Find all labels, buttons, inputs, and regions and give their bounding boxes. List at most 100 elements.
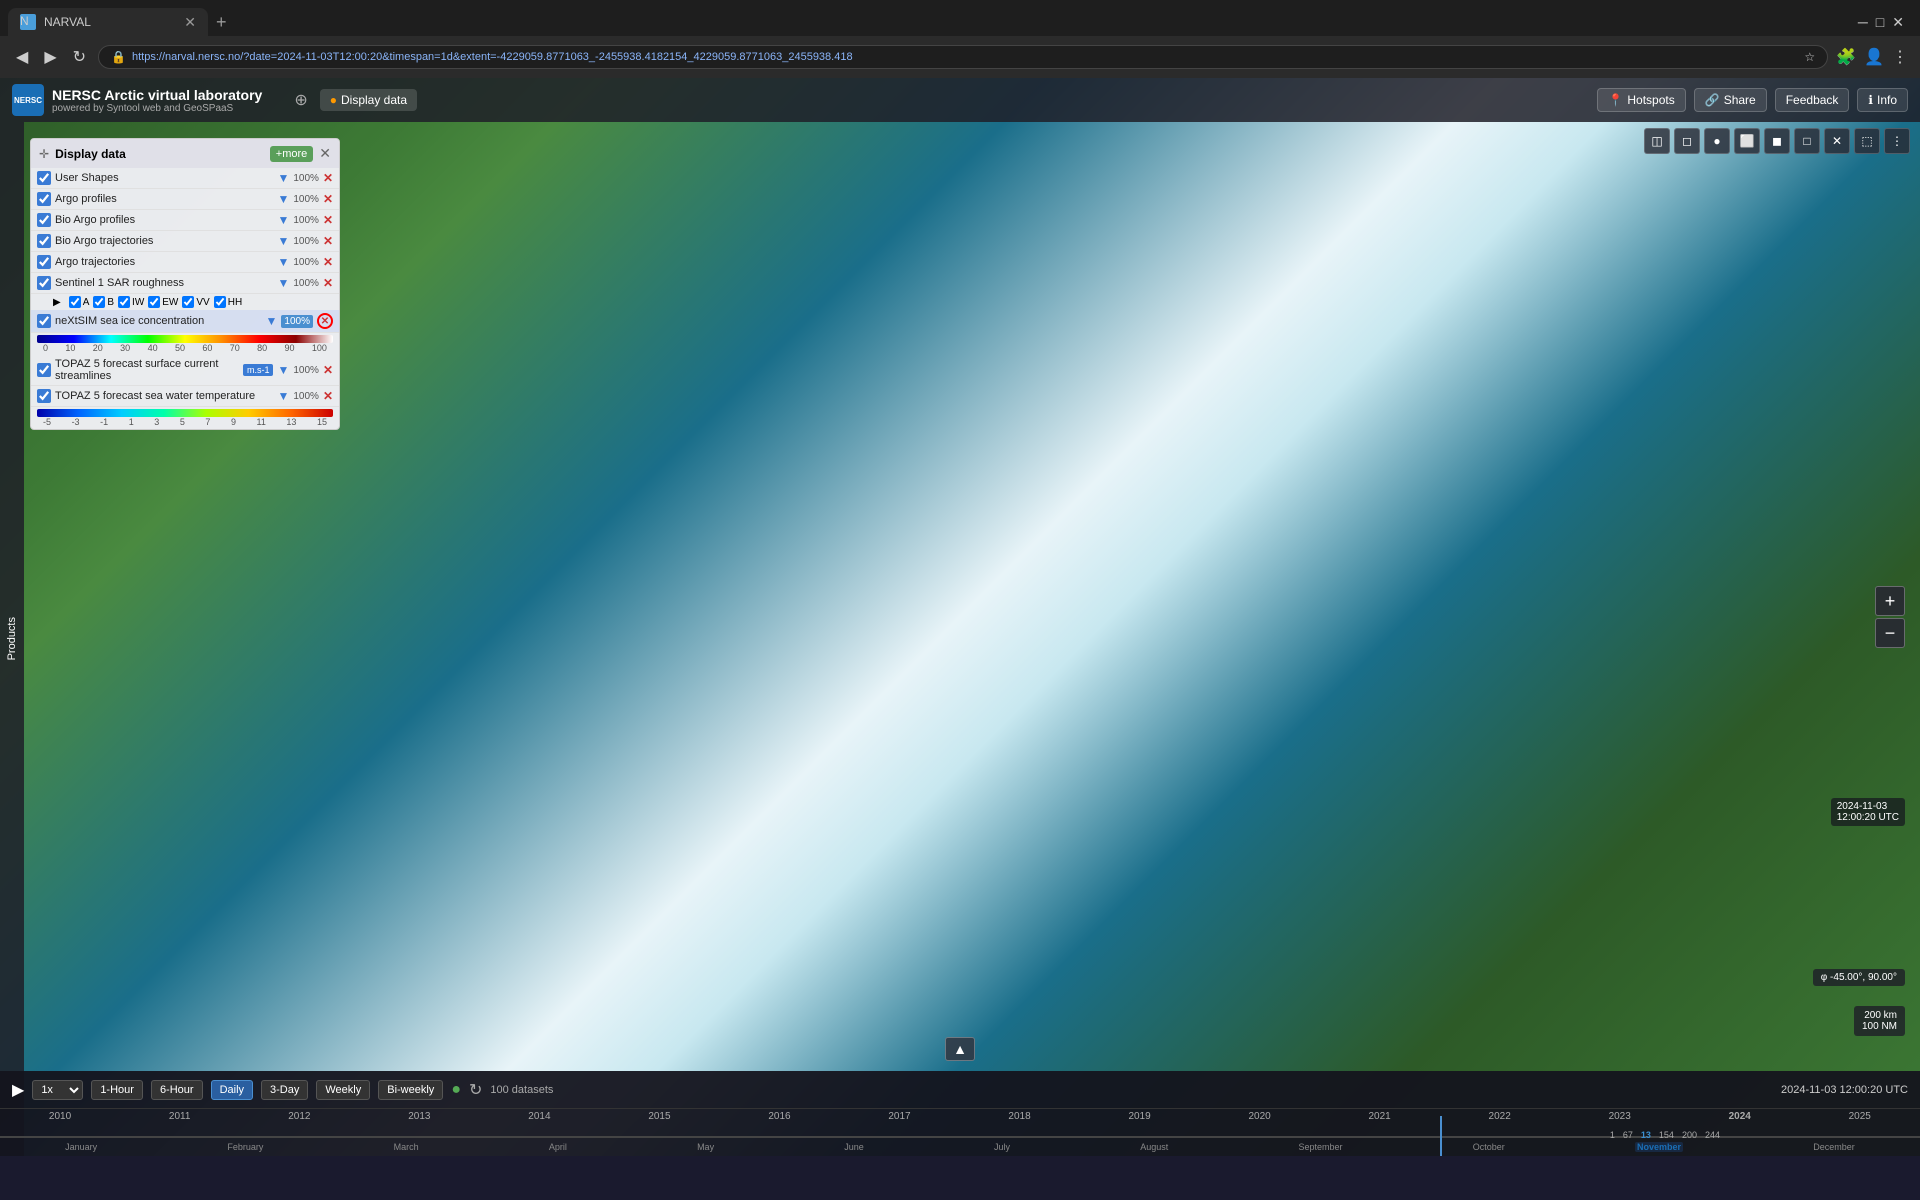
layer-checkbox-nexisim[interactable] [37,314,51,328]
layer-style-icon-bio-argo[interactable]: ▼ [277,213,289,227]
map-arrow-button[interactable]: ▲ [945,1037,975,1061]
layer-checkbox-user-shapes[interactable] [37,171,51,185]
time-btn-1hour[interactable]: 1-Hour [91,1080,143,1100]
reload-btn[interactable]: ↻ [69,43,90,71]
time-btn-biweekly[interactable]: Bi-weekly [378,1080,443,1100]
toolbar-btn-9[interactable]: ⋮ [1884,128,1910,154]
sentinel-sub-iw[interactable]: IW [118,296,144,308]
app-header: NERSC NERSC Arctic virtual laboratory po… [0,78,1920,122]
back-btn[interactable]: ◀ [12,43,32,71]
year-2015: 2015 [648,1111,670,1122]
close-btn[interactable]: ✕ [1892,14,1904,31]
toolbar-btn-2[interactable]: ◻ [1674,128,1700,154]
layer-style-icon-bio-argo-traj[interactable]: ▼ [277,234,289,248]
topaz-temp-scale-ticks: -5-3-113579111315 [37,417,333,427]
time-btn-weekly[interactable]: Weekly [316,1080,370,1100]
layer-style-icon-nexisim[interactable]: ▼ [266,314,278,328]
toolbar-btn-3[interactable]: ● [1704,128,1730,154]
layer-remove-argo-profiles[interactable]: ✕ [323,192,333,206]
layer-remove-user-shapes[interactable]: ✕ [323,171,333,185]
layer-remove-topaz-currents[interactable]: ✕ [323,363,333,377]
layer-checkbox-bio-argo-profiles[interactable] [37,213,51,227]
layer-checkbox-sentinel[interactable] [37,276,51,290]
toolbar-btn-5[interactable]: ◼ [1764,128,1790,154]
extensions-icon[interactable]: 🧩 [1836,47,1856,67]
layer-remove-bio-argo-traj[interactable]: ✕ [323,234,333,248]
layer-checkbox-argo-profiles[interactable] [37,192,51,206]
year-2019: 2019 [1128,1111,1150,1122]
toolbar-btn-1[interactable]: ◫ [1644,128,1670,154]
year-2013: 2013 [408,1111,430,1122]
new-tab-btn[interactable]: + [216,12,227,33]
sentinel-sub-vv[interactable]: VV [182,296,209,308]
forward-btn[interactable]: ▶ [40,43,60,71]
products-sidebar[interactable]: Products [0,122,24,1156]
layer-remove-argo-traj[interactable]: ✕ [323,255,333,269]
panel-close-btn[interactable]: ✕ [319,145,331,162]
timeline-years: 2010 2011 2012 2013 2014 2015 2016 2017 … [0,1111,1920,1122]
timeline-cursor[interactable] [1440,1116,1442,1156]
layer-style-icon-sentinel[interactable]: ▼ [277,276,289,290]
display-data-button[interactable]: ● Display data [320,89,417,111]
layer-remove-bio-argo-profiles[interactable]: ✕ [323,213,333,227]
zoom-in-button[interactable]: + [1875,586,1905,616]
time-btn-daily[interactable]: Daily [211,1080,253,1100]
layer-checkbox-topaz-temp[interactable] [37,389,51,403]
sentinel-sub-a[interactable]: A [69,296,90,308]
url-text: https://narval.nersc.no/?date=2024-11-03… [132,51,1798,63]
layer-bio-argo-profiles: Bio Argo profiles ▼ 100% ✕ [31,210,339,231]
bookmark-icon[interactable]: ☆ [1804,50,1815,64]
menu-icon[interactable]: ⋮ [1892,47,1908,67]
year-2023: 2023 [1609,1111,1631,1122]
tab-close-btn[interactable]: ✕ [184,14,196,31]
toolbar-btn-6[interactable]: □ [1794,128,1820,154]
globe-icon[interactable]: ⊕ [294,92,307,109]
share-button[interactable]: 🔗 Share [1694,88,1767,112]
expand-icon[interactable]: ▶ [53,297,61,308]
profile-icon[interactable]: 👤 [1864,47,1884,67]
browser-icons: 🧩 👤 ⋮ [1836,47,1908,67]
panel-add-button[interactable]: +more [270,146,314,162]
layer-style-icon-argo[interactable]: ▼ [277,192,289,206]
layer-style-icon-topaz-currents[interactable]: ▼ [277,363,289,377]
time-btn-6hour[interactable]: 6-Hour [151,1080,203,1100]
minimize-btn[interactable]: ─ [1858,14,1868,31]
layer-sentinel-sar: Sentinel 1 SAR roughness ▼ 100% ✕ [31,273,339,294]
live-button[interactable]: ● [451,1081,461,1099]
maximize-btn[interactable]: □ [1876,14,1884,31]
layer-checkbox-bio-argo-traj[interactable] [37,234,51,248]
toolbar-btn-4[interactable]: ⬜ [1734,128,1760,154]
layer-name-topaz-currents: TOPAZ 5 forecast surface current streaml… [55,358,239,382]
layer-remove-nexisim[interactable]: ✕ [317,313,333,329]
layer-remove-topaz-temp[interactable]: ✕ [323,389,333,403]
play-button[interactable]: ▶ [12,1080,24,1100]
current-time-display: 2024-11-03 12:00:20 UTC [1781,1084,1908,1096]
zoom-out-button[interactable]: − [1875,618,1905,648]
hotspots-button[interactable]: 📍 Hotspots [1597,88,1685,112]
year-2020: 2020 [1248,1111,1270,1122]
time-btn-3day[interactable]: 3-Day [261,1080,308,1100]
sentinel-sub-ew[interactable]: EW [148,296,178,308]
sentinel-sub-b[interactable]: B [93,296,114,308]
refresh-button[interactable]: ↻ [469,1080,482,1100]
timeline-scroll[interactable]: 2010 2011 2012 2013 2014 2015 2016 2017 … [0,1109,1920,1156]
speed-select[interactable]: 1x 2x 0.5x [32,1080,83,1100]
info-button[interactable]: ℹ Info [1857,88,1908,112]
layer-remove-sentinel[interactable]: ✕ [323,276,333,290]
layer-checkbox-argo-traj[interactable] [37,255,51,269]
timeline-bottom-bar: ▶ 1x 2x 0.5x 1-Hour 6-Hour Daily 3-Day W… [0,1071,1920,1156]
url-bar[interactable]: 🔒 https://narval.nersc.no/?date=2024-11-… [98,45,1828,69]
layer-style-icon-argo-traj[interactable]: ▼ [277,255,289,269]
feedback-button[interactable]: Feedback [1775,88,1850,112]
scale-200km: 200 km [1862,1010,1897,1021]
dataset-count: 100 datasets [490,1084,553,1096]
toolbar-btn-8[interactable]: ⬚ [1854,128,1880,154]
layer-style-icon-topaz-temp[interactable]: ▼ [277,389,289,403]
layer-style-icon[interactable]: ▼ [277,171,289,185]
hotspot-icon: 📍 [1608,93,1623,107]
sentinel-sub-hh[interactable]: HH [214,296,242,308]
map-toolbar: ◫ ◻ ● ⬜ ◼ □ ✕ ⬚ ⋮ [1644,128,1910,154]
toolbar-btn-7[interactable]: ✕ [1824,128,1850,154]
browser-tab[interactable]: N NARVAL ✕ [8,8,208,36]
layer-checkbox-topaz-currents[interactable] [37,363,51,377]
